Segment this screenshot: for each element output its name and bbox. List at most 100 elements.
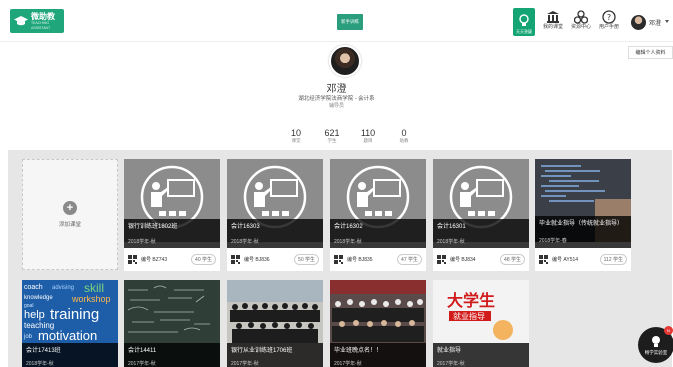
stat-value: 110 bbox=[360, 128, 376, 138]
lightbulb-icon bbox=[519, 14, 529, 26]
profile-name: 邓澄 bbox=[326, 84, 347, 95]
stat-label: 学生 bbox=[327, 138, 337, 143]
add-classroom-label: 添加课堂 bbox=[58, 222, 81, 228]
card-student-count: 40 学生 bbox=[191, 254, 216, 265]
top-bar: 微助教 TEACHING ASSISTANT 新手训练 天天答疑 我的课堂 资源… bbox=[0, 0, 673, 42]
word: advising bbox=[52, 285, 74, 291]
card-title: 银行训练班1802班 bbox=[128, 224, 178, 230]
daily-qa-label: 天天答疑 bbox=[516, 29, 532, 34]
svg-text:?: ? bbox=[607, 13, 611, 22]
classroom-card[interactable]: 会计16301 2018学年-秋 编号 BJ834 48 学生 bbox=[433, 159, 529, 271]
add-classroom-card[interactable]: + 添加课堂 bbox=[22, 159, 118, 270]
card-overlay: 会计16303 2018学年-秋 bbox=[227, 219, 323, 248]
stat-value: 621 bbox=[324, 128, 340, 138]
book-title: 大学生 bbox=[447, 291, 495, 310]
logo-title: 微助教 bbox=[31, 11, 55, 21]
word: motivation bbox=[38, 328, 97, 343]
tutorial-badge[interactable]: 新手训练 bbox=[337, 14, 363, 30]
daily-qa-button[interactable]: 天天答疑 bbox=[513, 8, 535, 36]
logo-subtitle: TEACHING ASSISTANT bbox=[31, 20, 51, 30]
card-code: 编号 BZ743 bbox=[141, 257, 168, 263]
graduation-cap-icon bbox=[14, 16, 28, 26]
classroom-card[interactable]: coach advising skill knowledge workshop … bbox=[22, 280, 118, 367]
card-title: 会计16302 bbox=[334, 224, 363, 230]
profile-school: 湖北经济学院法商学院 - 会计系 bbox=[298, 96, 375, 102]
user-avatar[interactable] bbox=[631, 15, 646, 30]
stat-students: 621 学生 bbox=[314, 128, 350, 144]
stat-label: 助教 bbox=[399, 138, 409, 143]
nav-my-classroom-label: 我的课堂 bbox=[543, 24, 564, 30]
classroom-card[interactable]: 会计16302 2018学年-秋 编号 BJ835 47 学生 bbox=[330, 159, 426, 271]
word: help bbox=[24, 309, 45, 321]
edit-profile-tooltip[interactable]: 编辑个人资料 bbox=[628, 46, 673, 59]
card-footer: 编号 AY514 112 学生 bbox=[535, 248, 631, 271]
card-title: 银行从业训练班1706班 bbox=[231, 348, 293, 354]
card-title: 会计17413班 bbox=[26, 348, 61, 354]
card-student-count: 50 学生 bbox=[294, 254, 319, 265]
stat-classes: 10 课堂 bbox=[278, 128, 314, 144]
word: workshop bbox=[71, 294, 111, 304]
classroom-card[interactable]: 大学生 就业指导 就业指导 2017学年-秋 bbox=[433, 280, 529, 367]
classroom-card[interactable]: 毕业就业指导（传统就业指导） 2018学年-春 编号 AY514 112 学生 bbox=[535, 159, 631, 271]
card-code: 编号 BJ834 bbox=[450, 257, 476, 263]
card-term: 2018学年-秋 bbox=[231, 239, 259, 245]
qr-code-icon[interactable] bbox=[437, 255, 446, 264]
nav-user-manual[interactable]: ? 用户手册 bbox=[599, 10, 619, 31]
card-overlay: 会计14411 2017学年-秋 bbox=[124, 343, 220, 367]
card-term: 2018学年-秋 bbox=[334, 239, 362, 245]
qr-code-icon[interactable] bbox=[334, 255, 343, 264]
stat-assistants: 0 助教 bbox=[386, 128, 422, 144]
lightbulb-icon bbox=[652, 335, 660, 347]
profile-role: 辅导员 bbox=[328, 103, 344, 109]
nav-resource-center[interactable]: 资源中心 bbox=[571, 10, 591, 31]
word: skill bbox=[84, 281, 104, 295]
card-overlay: 银行从业训练班1706班 2017学年-秋 bbox=[227, 343, 323, 367]
stat-label: 题目 bbox=[363, 138, 373, 143]
profile-avatar bbox=[329, 45, 361, 77]
nav-my-classroom[interactable]: 我的课堂 bbox=[543, 10, 563, 31]
card-title: 毕业班晚点名！！ bbox=[334, 348, 383, 354]
classroom-card[interactable]: 银行从业训练班1706班 2017学年-秋 bbox=[227, 280, 323, 367]
card-overlay: 毕业就业指导（传统就业指导） 2018学年-春 bbox=[535, 216, 631, 248]
card-term: 2018学年-秋 bbox=[437, 239, 465, 245]
card-title: 会计16301 bbox=[437, 224, 466, 230]
card-term: 2018学年-秋 bbox=[128, 239, 156, 245]
card-footer: 编号 BJ835 47 学生 bbox=[330, 248, 426, 271]
card-overlay: 毕业班晚点名！！ 2017学年-秋 bbox=[330, 343, 426, 367]
chevron-down-icon[interactable] bbox=[665, 20, 669, 23]
card-overlay: 银行训练班1802班 2018学年-秋 bbox=[124, 219, 220, 248]
card-title: 会计16303 bbox=[231, 224, 260, 230]
card-footer: 编号 BJ836 50 学生 bbox=[227, 248, 323, 271]
qr-code-icon[interactable] bbox=[231, 255, 240, 264]
word: training bbox=[50, 306, 99, 323]
card-term: 2018学年-秋 bbox=[26, 361, 54, 367]
stat-value: 0 bbox=[401, 128, 407, 138]
nav-resource-center-label: 资源中心 bbox=[571, 24, 592, 30]
stat-questions: 110 题目 bbox=[350, 128, 386, 144]
word: coach bbox=[24, 284, 43, 291]
classroom-card[interactable]: 银行训练班1802班 2018学年-秋 编号 BZ743 40 学生 bbox=[124, 159, 220, 271]
card-overlay: 会计16301 2018学年-秋 bbox=[433, 219, 529, 248]
card-title: 就业指导 bbox=[437, 348, 462, 354]
card-term: 2018学年-春 bbox=[539, 238, 567, 244]
stat-value: 10 bbox=[290, 128, 301, 138]
classroom-card[interactable]: 毕业班晚点名！！ 2017学年-秋 bbox=[330, 280, 426, 367]
help-icon: ? bbox=[602, 10, 616, 24]
card-overlay: 会计17413班 2018学年-秋 bbox=[22, 343, 118, 367]
qr-code-icon[interactable] bbox=[539, 255, 548, 264]
user-name[interactable]: 邓澄 bbox=[649, 18, 661, 27]
app-logo[interactable]: 微助教 TEACHING ASSISTANT bbox=[10, 9, 64, 33]
profile-stats: 10 课堂 621 学生 110 题目 0 助教 bbox=[278, 128, 422, 144]
classroom-card[interactable]: 会计14411 2017学年-秋 bbox=[124, 280, 220, 367]
card-student-count: 48 学生 bbox=[500, 254, 525, 265]
word: knowledge bbox=[24, 295, 53, 301]
card-student-count: 47 学生 bbox=[397, 254, 422, 265]
card-code: 编号 BJ835 bbox=[347, 257, 373, 263]
classroom-card[interactable]: 会计16303 2018学年-秋 编号 BJ836 50 学生 bbox=[227, 159, 323, 271]
word: job bbox=[23, 334, 33, 340]
plus-icon: + bbox=[63, 201, 77, 215]
stat-label: 课堂 bbox=[291, 138, 301, 143]
card-footer: 编号 BZ743 40 学生 bbox=[124, 248, 220, 271]
qr-code-icon[interactable] bbox=[128, 255, 137, 264]
card-code: 编号 BJ836 bbox=[244, 257, 270, 263]
